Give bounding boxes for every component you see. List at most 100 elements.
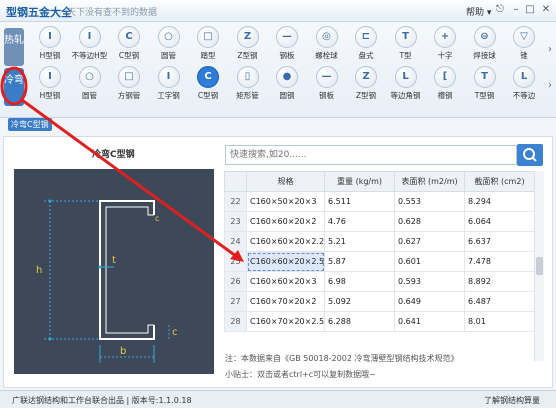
cell-surface[interactable]: 0.601: [394, 251, 466, 272]
category-steel-plate[interactable]: — 钢板: [307, 66, 347, 106]
category-welded-ball[interactable]: ⊖ 焊接球: [465, 26, 505, 66]
h-beam-icon: I: [39, 26, 61, 48]
category-c-section[interactable]: C C型钢: [188, 66, 228, 106]
cell-area[interactable]: 8.294: [464, 191, 536, 212]
cell-weight[interactable]: 4.76: [324, 211, 396, 232]
cell-spec[interactable]: C160×60×20×2: [245, 211, 326, 232]
restore-icon[interactable]: ⎋: [494, 4, 506, 16]
cell-spec[interactable]: C160×60×20×3: [245, 271, 326, 292]
table-scrollbar[interactable]: [534, 171, 544, 361]
category-steel-plate[interactable]: — 钢板: [267, 26, 307, 66]
category-round-pipe[interactable]: ○ 圆管: [149, 26, 189, 66]
cell-surface[interactable]: 0.641: [394, 311, 466, 332]
cell-spec[interactable]: C160×60×20×2.5: [245, 251, 326, 272]
tab-hot-rolled[interactable]: 热轧: [4, 28, 24, 66]
chevron-right-icon[interactable]: ›: [548, 44, 552, 55]
table-row[interactable]: 22 C160×50×20×3 6.511 0.553 8.294: [224, 191, 536, 212]
category-square-pipe[interactable]: □ 方钢管: [109, 66, 149, 106]
category-label: 盘式: [358, 51, 374, 60]
table-row[interactable]: 27 C160×70×20×2 5.092 0.649 6.487: [224, 291, 536, 312]
category-round-bar[interactable]: ● 圆钢: [267, 66, 307, 106]
chevron-right-icon[interactable]: ›: [548, 80, 552, 91]
col-header-area[interactable]: 截面积 (cm2): [464, 171, 536, 192]
cell-index[interactable]: 28: [224, 311, 247, 332]
table-row[interactable]: 23 C160×60×20×2 4.76 0.628 6.064: [224, 211, 536, 232]
icon-row-hot-rolled: I H型钢 I 不等边H型 C C型钢 ○ 圆管 □ 踏型 Z Z型钢 — 钢板 ◎ 螺栓球 ⊏ 盘式 T T型 + 十字…: [30, 26, 542, 66]
cell-spec[interactable]: C160×60×20×2.2: [245, 231, 326, 252]
category-unequal-angle[interactable]: L 不等边: [504, 66, 544, 106]
table-row[interactable]: 24 C160×60×20×2.2 5.21 0.627 6.637: [224, 231, 536, 252]
search-box: [225, 145, 517, 165]
disc-type-icon: ⊏: [355, 26, 377, 48]
cell-surface[interactable]: 0.593: [394, 271, 466, 292]
cell-area[interactable]: 8.01: [464, 311, 536, 332]
tab-cold-formed[interactable]: 冷弯: [4, 68, 24, 106]
scrollbar-thumb[interactable]: [536, 257, 543, 275]
category-round-pipe[interactable]: ○ 圆管: [70, 66, 110, 106]
category-label: 矩形管: [236, 91, 259, 100]
t-section-icon: T: [394, 26, 417, 48]
category-bolt-ball[interactable]: ◎ 螺栓球: [307, 26, 347, 66]
category-cone[interactable]: ▽ 锥: [504, 26, 544, 66]
col-header-weight[interactable]: 重量 (kg/m): [324, 171, 396, 192]
category-h-beam[interactable]: I H型钢: [30, 66, 70, 106]
category-equal-angle[interactable]: L 等边角钢: [386, 66, 426, 106]
cell-index[interactable]: 25: [224, 251, 247, 272]
search-button[interactable]: [517, 144, 543, 166]
cell-index[interactable]: 26: [224, 271, 247, 292]
cell-weight[interactable]: 6.511: [324, 191, 396, 212]
col-header-surface[interactable]: 表面积 (m2/m): [394, 171, 466, 192]
cell-weight[interactable]: 5.092: [324, 291, 396, 312]
category-t-section[interactable]: T T型钢: [465, 66, 505, 106]
cell-weight[interactable]: 6.288: [324, 311, 396, 332]
help-menu[interactable]: 帮助 ▾: [466, 5, 491, 18]
category-h-beam[interactable]: I H型钢: [30, 26, 70, 66]
cell-area[interactable]: 8.892: [464, 271, 536, 292]
cell-surface[interactable]: 0.627: [394, 231, 466, 252]
cell-index[interactable]: 23: [224, 211, 247, 232]
table-row[interactable]: 26 C160×60×20×3 6.98 0.593 8.892: [224, 271, 536, 292]
unequal-h-beam-icon: I: [78, 26, 101, 48]
cell-spec[interactable]: C160×50×20×3: [245, 191, 326, 212]
category-unequal-h-beam[interactable]: I 不等边H型: [70, 26, 110, 66]
category-cross-section[interactable]: + 十字: [425, 26, 465, 66]
search-input[interactable]: [226, 146, 516, 164]
cell-spec[interactable]: C160×70×20×2: [245, 291, 326, 312]
minimize-icon[interactable]: –: [510, 4, 522, 16]
close-icon[interactable]: ✕: [540, 4, 552, 16]
maximize-icon[interactable]: □: [524, 4, 536, 16]
category-channel[interactable]: [槽钢: [425, 66, 465, 106]
z-section-icon: Z: [236, 26, 259, 48]
cell-weight[interactable]: 6.98: [324, 271, 396, 292]
category-rect-pipe[interactable]: ▯ 矩形管: [228, 66, 268, 106]
cell-area[interactable]: 6.487: [464, 291, 536, 312]
category-label: 等边角钢: [390, 91, 421, 100]
cell-index[interactable]: 24: [224, 231, 247, 252]
cell-area[interactable]: 6.637: [464, 231, 536, 252]
breadcrumb[interactable]: 冷弯C型钢: [8, 118, 52, 131]
category-z-section[interactable]: Z Z型钢: [346, 66, 386, 106]
category-tread-section[interactable]: □ 踏型: [188, 26, 228, 66]
category-c-section[interactable]: C C型钢: [109, 26, 149, 66]
cell-surface[interactable]: 0.649: [394, 291, 466, 312]
category-z-section[interactable]: Z Z型钢: [228, 26, 268, 66]
cell-index[interactable]: 22: [224, 191, 247, 212]
category-label: 圆管: [161, 51, 176, 60]
category-disc-type[interactable]: ⊏ 盘式: [346, 26, 386, 66]
cell-surface[interactable]: 0.628: [394, 211, 466, 232]
cell-surface[interactable]: 0.553: [394, 191, 466, 212]
learn-more-link[interactable]: 了解钢结构算量: [484, 395, 540, 406]
table-row[interactable]: 28 C160×70×20×2.5 6.288 0.641 8.01: [224, 311, 536, 332]
cell-weight[interactable]: 5.87: [324, 251, 396, 272]
cell-spec[interactable]: C160×70×20×2.5: [245, 311, 326, 332]
cell-area[interactable]: 7.478: [464, 251, 536, 272]
category-t-section[interactable]: T T型: [386, 26, 426, 66]
cell-weight[interactable]: 5.21: [324, 231, 396, 252]
table-row[interactable]: 25 C160×60×20×2.5 5.87 0.601 7.478: [224, 251, 536, 272]
table-body: 22 C160×50×20×3 6.511 0.553 8.294 23 C160×60×2…: [224, 191, 536, 332]
col-header-spec[interactable]: 规格: [245, 171, 326, 192]
cell-area[interactable]: 6.064: [464, 211, 536, 232]
category-i-beam[interactable]: I 工字钢: [149, 66, 189, 106]
app-title: 型钢五金大全: [6, 6, 72, 19]
cell-index[interactable]: 27: [224, 291, 247, 312]
